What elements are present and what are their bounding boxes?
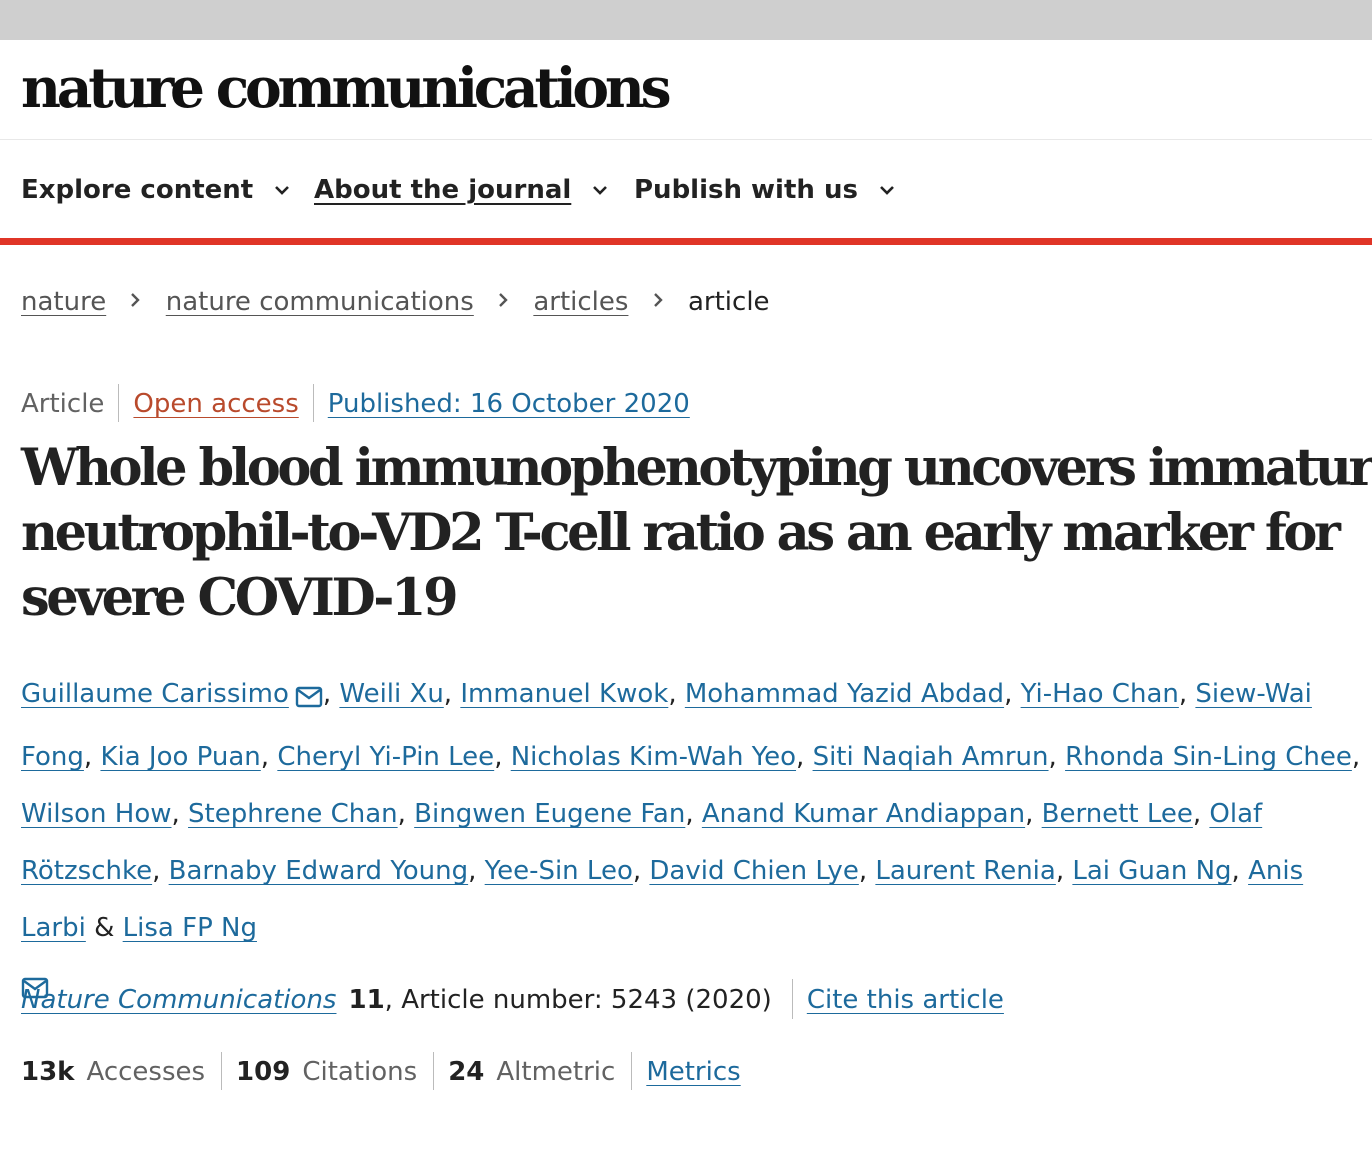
- author-link[interactable]: Yi-Hao Chan: [1021, 679, 1179, 709]
- citations-count: 109: [236, 1057, 291, 1087]
- author-separator: ,: [1192, 799, 1210, 829]
- author-separator: ,: [397, 799, 415, 829]
- masthead: nature communications: [0, 40, 1372, 140]
- mail-icon[interactable]: [295, 672, 323, 729]
- breadcrumb-link-articles[interactable]: articles: [533, 287, 628, 317]
- author-link[interactable]: Barnaby Edward Young: [169, 856, 469, 886]
- browser-top-bar: [0, 0, 1372, 40]
- author-separator: ,: [1231, 856, 1249, 886]
- metrics-divider: [221, 1051, 223, 1090]
- citations-label: Citations: [302, 1057, 418, 1087]
- author-separator: ,: [468, 856, 485, 886]
- citation-divider: [791, 978, 793, 1019]
- author-separator: ,: [1004, 679, 1021, 709]
- author-separator: ,: [494, 742, 511, 772]
- author-link[interactable]: Bernett Lee: [1042, 799, 1193, 829]
- author-link[interactable]: David Chien Lye: [649, 856, 858, 886]
- author-separator: ,: [858, 856, 876, 886]
- article-number: , Article number: 5243 (2020): [384, 985, 772, 1015]
- main-nav: Explore content About the journal Publis…: [0, 140, 1372, 238]
- meta-divider: [312, 383, 314, 422]
- author-link[interactable]: Mohammad Yazid Abdad: [685, 679, 1004, 709]
- metrics-bar: 13k Accesses 109 Citations 24 Altmetric Metric…: [21, 1051, 741, 1092]
- author-separator: ,: [322, 679, 340, 709]
- author-separator: ,: [685, 799, 702, 829]
- chevron-right-icon: [653, 282, 664, 318]
- author-link[interactable]: Weili Xu: [339, 679, 443, 709]
- open-access-link[interactable]: Open access: [133, 389, 298, 419]
- accesses-count: 13k: [21, 1057, 75, 1087]
- altmetric-label: Altmetric: [496, 1057, 616, 1087]
- accent-divider: [0, 238, 1372, 245]
- author-link[interactable]: Cheryl Yi-Pin Lee: [277, 742, 494, 772]
- nav-publish-with-us[interactable]: Publish with us: [634, 172, 895, 209]
- nav-about-journal[interactable]: About the journal: [314, 172, 608, 209]
- author-separator: ,: [171, 799, 189, 829]
- author-link[interactable]: Wilson How: [21, 799, 172, 829]
- breadcrumb-current: article: [687, 287, 770, 317]
- author-separator: ,: [796, 742, 813, 772]
- chevron-down-icon: [592, 170, 608, 206]
- author-separator: ,: [152, 856, 169, 886]
- author-link[interactable]: Anand Kumar Andiappan: [702, 799, 1025, 829]
- citation-line: Nature Communications 11, Article number:…: [21, 978, 1004, 1021]
- journal-logo[interactable]: nature communications: [21, 56, 672, 120]
- author-separator: ,: [83, 742, 101, 772]
- author-link[interactable]: Siti Naqiah Amrun: [813, 742, 1049, 772]
- author-separator: ,: [632, 856, 650, 886]
- nav-item-label: Publish with us: [634, 175, 858, 205]
- author-separator: ,: [1048, 742, 1066, 772]
- author-separator: ,: [1055, 856, 1073, 886]
- author-link[interactable]: Kia Joo Puan: [100, 742, 260, 772]
- nav-item-label: About the journal: [314, 175, 572, 205]
- author-link[interactable]: Laurent Renia: [875, 856, 1055, 886]
- author-link[interactable]: Bingwen Eugene Fan: [414, 799, 685, 829]
- author-link[interactable]: Yee-Sin Leo: [485, 856, 633, 886]
- author-link[interactable]: Stephrene Chan: [188, 799, 398, 829]
- chevron-down-icon: [879, 170, 895, 206]
- volume: 11: [348, 985, 385, 1015]
- author-link[interactable]: Lai Guan Ng: [1072, 856, 1231, 886]
- author-list: Guillaume Carissimo, Weili Xu, Immanuel …: [21, 666, 1366, 1020]
- metrics-divider: [433, 1051, 435, 1090]
- breadcrumb-link-nature-communications[interactable]: nature communications: [166, 287, 474, 317]
- breadcrumb: nature nature communications articles ar…: [21, 284, 770, 321]
- breadcrumb-link-nature[interactable]: nature: [21, 287, 106, 317]
- journal-name-link[interactable]: Nature Communications: [21, 985, 336, 1015]
- accesses-label: Accesses: [86, 1057, 206, 1087]
- author-separator: &: [85, 913, 123, 943]
- author-separator: ,: [443, 679, 461, 709]
- author-separator: ,: [668, 679, 685, 709]
- author-link[interactable]: Nicholas Kim-Wah Yeo: [511, 742, 796, 772]
- author-separator: ,: [1178, 679, 1196, 709]
- cite-this-article-link[interactable]: Cite this article: [807, 985, 1004, 1015]
- article-type: Article: [21, 389, 105, 419]
- chevron-down-icon: [274, 170, 290, 206]
- article-meta: Article Open access Published: 16 October …: [21, 383, 690, 424]
- nav-item-label: Explore content: [21, 175, 254, 205]
- chevron-right-icon: [130, 282, 141, 318]
- published-date-link[interactable]: Published: 16 October 2020: [328, 389, 690, 419]
- altmetric-count: 24: [448, 1057, 485, 1087]
- nav-explore-content[interactable]: Explore content: [21, 172, 290, 209]
- author-separator: ,: [1025, 799, 1042, 829]
- metrics-divider: [631, 1051, 633, 1090]
- article-title: Whole blood immunophenotyping uncovers i…: [21, 438, 1372, 628]
- author-link[interactable]: Lisa FP Ng: [123, 913, 257, 943]
- author-link[interactable]: Immanuel Kwok: [460, 679, 668, 709]
- author-separator: ,: [260, 742, 278, 772]
- metrics-link[interactable]: Metrics: [646, 1057, 740, 1087]
- chevron-right-icon: [498, 282, 509, 318]
- author-link[interactable]: Rhonda Sin-Ling Chee: [1065, 742, 1352, 772]
- author-separator: ,: [1351, 742, 1361, 772]
- author-link[interactable]: Guillaume Carissimo: [21, 679, 289, 709]
- meta-divider: [118, 383, 120, 422]
